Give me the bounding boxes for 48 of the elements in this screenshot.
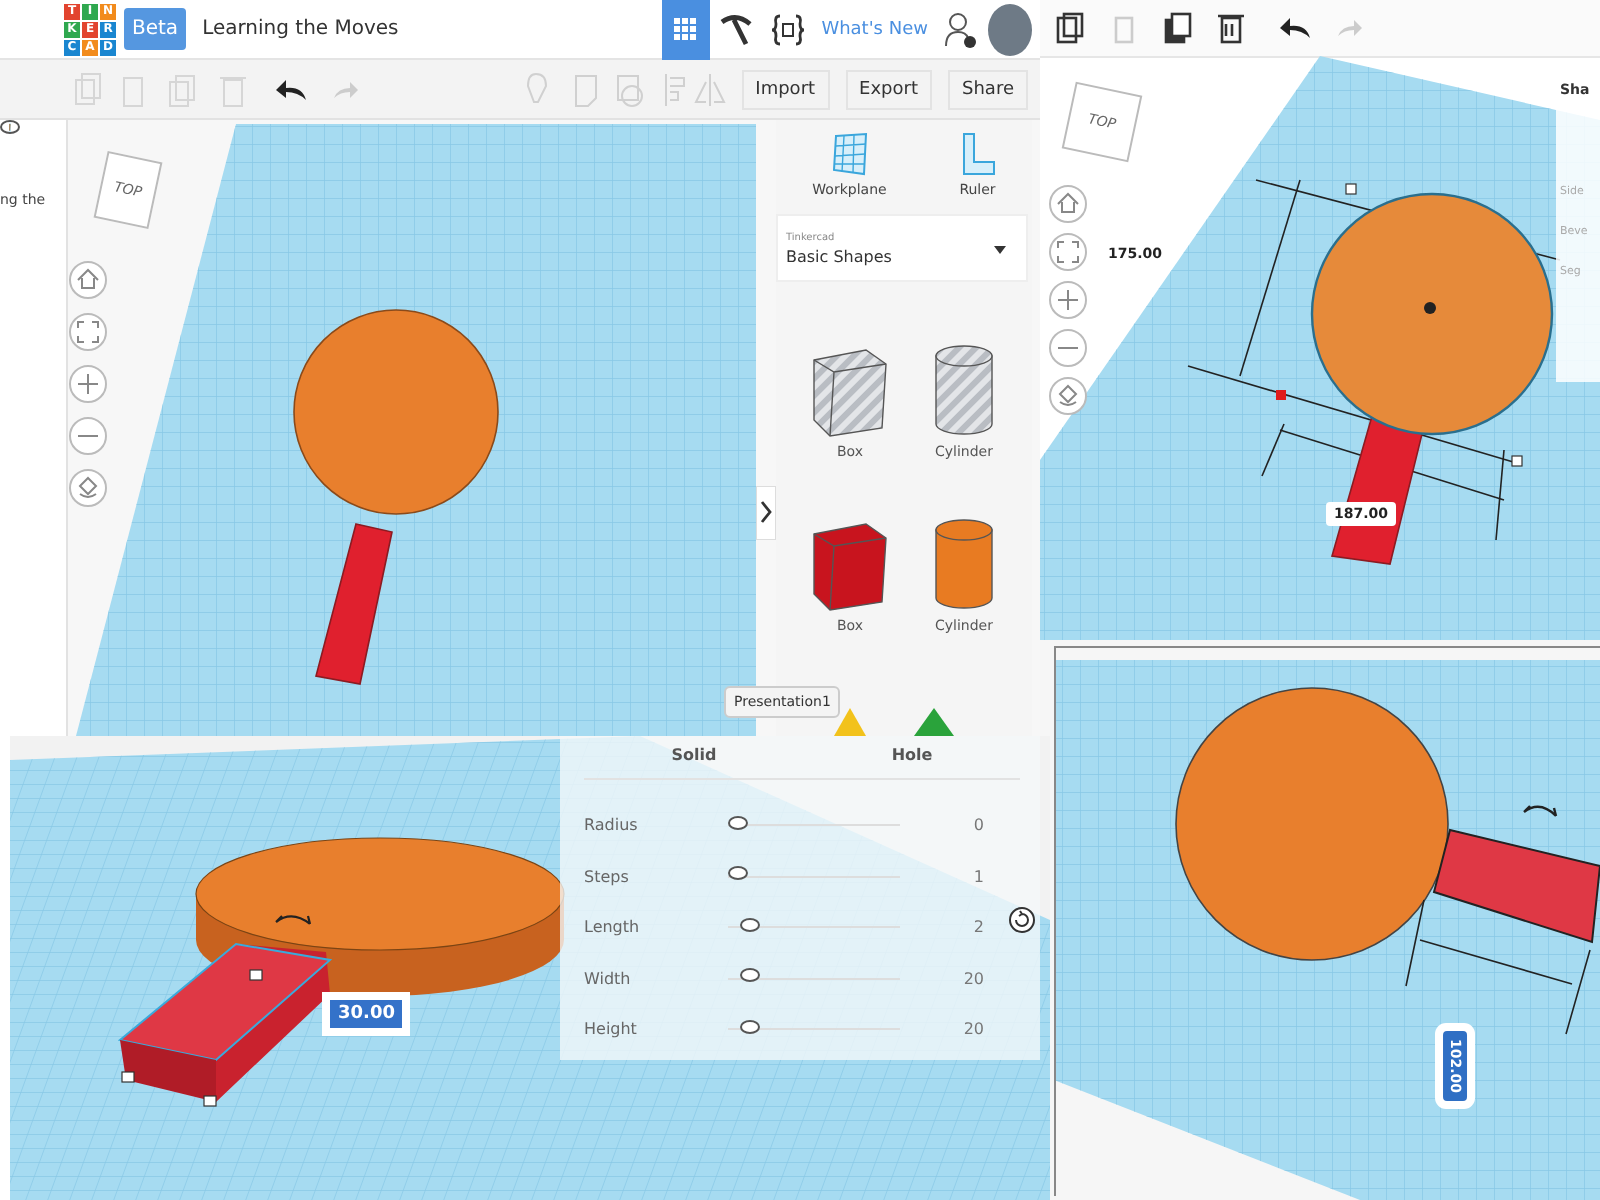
collapse-chevron-icon[interactable] [756,486,776,540]
zoom-in-icon[interactable] [1048,280,1088,320]
fit-view-icon[interactable] [1048,232,1088,272]
slider-thumb[interactable] [740,1019,761,1034]
rotate-arrow-icon [1522,804,1558,818]
zoom-out-icon[interactable] [1048,328,1088,368]
slider-thumb[interactable] [740,917,761,932]
parameter-value: 1 [971,867,986,886]
parameter-value: 0 [971,816,986,835]
parameter-label: Radius [584,816,640,835]
undo-icon[interactable] [276,77,308,101]
toolbar-button[interactable]: Share [948,69,1028,109]
dimension-input[interactable]: 30.00 [330,1000,403,1028]
parameter-value: 20 [961,969,986,988]
orbit-icon[interactable] [1048,376,1088,416]
slider-thumb[interactable] [740,968,761,983]
zoom-in-icon[interactable] [68,364,108,404]
mode-button[interactable]: Hole [879,744,945,766]
rotate-arrow-icon [274,914,312,926]
parameter-label: Height [584,1020,639,1039]
toolbar-button[interactable]: Import [741,69,830,109]
home-icon[interactable] [68,260,108,300]
grid-icon [673,17,698,41]
parameter-label: Length [584,918,642,937]
orbit-icon[interactable] [68,468,108,508]
fit-view-icon[interactable] [68,312,108,352]
pickaxe-icon[interactable] [717,11,754,47]
zoom-out-icon[interactable] [68,416,108,456]
grid-plane-icon [831,132,868,176]
slider-track[interactable] [728,815,900,836]
caret-icon [994,246,1006,254]
add-user-icon[interactable] [944,11,976,47]
code-braces-icon[interactable] [769,13,806,45]
slider-thumb[interactable] [728,866,748,881]
mode-button[interactable]: Solid [659,744,729,766]
rotate-icon[interactable] [1008,906,1036,934]
parameter-value: 20 [961,1020,986,1039]
ruler-icon [959,132,996,176]
beta-badge: Beta [124,8,187,50]
avatar[interactable] [988,3,1032,55]
toolbar-button[interactable]: Export [845,69,933,109]
home-icon[interactable] [1048,184,1088,224]
slider-thumb[interactable] [728,815,748,830]
parameter-value: 2 [971,918,986,937]
undo-icon[interactable] [1280,16,1312,40]
parameter-label: Steps [584,867,631,886]
design-title[interactable]: Learning the Moves [202,18,399,40]
parameter-label: Width [584,969,633,988]
